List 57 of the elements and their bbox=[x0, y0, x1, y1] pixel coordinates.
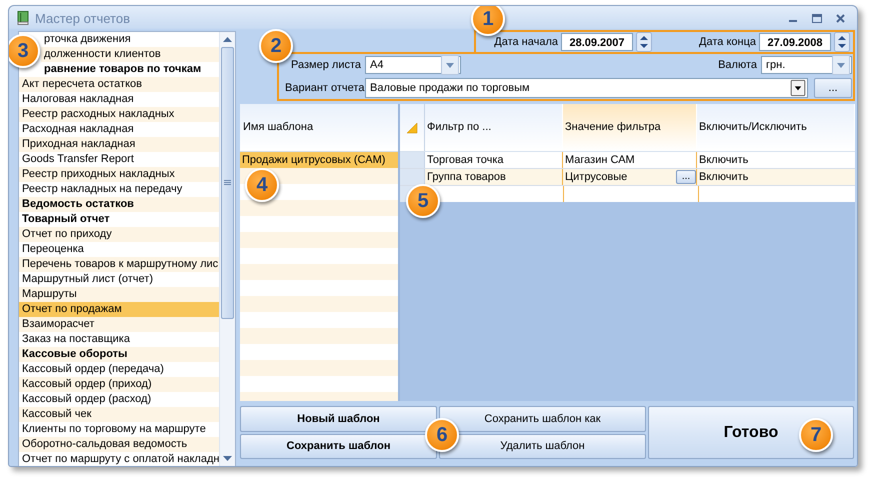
callout-badge: 3 bbox=[9, 34, 40, 68]
book-icon bbox=[17, 11, 29, 25]
maximize-icon[interactable] bbox=[812, 14, 822, 22]
table-cell: Группа товаров bbox=[427, 170, 506, 184]
table-row[interactable]: Группа товаров Цитрусовые ... Включить bbox=[400, 169, 855, 186]
currency-label: Валюта bbox=[718, 59, 757, 72]
report-list-item[interactable]: Перечень товаров к маршрутному лис bbox=[19, 257, 219, 272]
browse-button[interactable]: ... bbox=[676, 170, 696, 184]
browse-button[interactable]: ... bbox=[814, 78, 852, 98]
date-field[interactable]: 27.09.2008 bbox=[759, 33, 831, 51]
date-field[interactable]: 28.09.2007 bbox=[561, 33, 633, 51]
report-list-item[interactable]: Кассовый чек bbox=[19, 407, 219, 422]
callout-badge: 1 bbox=[471, 6, 505, 36]
table-cell: Магазин САМ bbox=[565, 152, 635, 168]
window-title: Мастер отчетов bbox=[35, 10, 130, 26]
scrollbar-thumb[interactable] bbox=[221, 47, 234, 319]
column-header[interactable]: Имя шаблона bbox=[240, 104, 398, 152]
page-size-label: Размер листа bbox=[290, 59, 361, 72]
callout-badge: 2 bbox=[259, 29, 293, 63]
scroll-up-icon[interactable] bbox=[223, 36, 232, 44]
action-button[interactable]: Новый шаблон bbox=[240, 406, 437, 432]
report-list-item[interactable]: Ведомость остатков bbox=[19, 197, 219, 212]
report-list-item[interactable]: Акт пересчета остатков bbox=[19, 77, 219, 92]
page-size-dropdown[interactable]: А4 bbox=[365, 56, 461, 74]
action-button[interactable]: Сохранить шаблон bbox=[240, 434, 437, 459]
scroll-down-icon[interactable] bbox=[223, 454, 232, 462]
spin-icon[interactable] bbox=[636, 32, 652, 52]
report-list-item[interactable]: Кассовые обороты bbox=[19, 347, 219, 362]
column-header[interactable]: Значение фильтра bbox=[563, 104, 697, 151]
report-list-item[interactable]: Маршруты bbox=[19, 287, 219, 302]
report-list-item[interactable]: Взаиморасчет bbox=[19, 317, 219, 332]
scrollbar[interactable] bbox=[219, 32, 235, 466]
table-row[interactable]: Торговая точка Магазин САМ Включить bbox=[400, 152, 855, 169]
report-list-item[interactable]: Отчет по приходу bbox=[19, 227, 219, 242]
grip-icon bbox=[224, 180, 231, 186]
table-cell: Цитрусовые bbox=[565, 170, 628, 184]
report-variant-dropdown[interactable]: Валовые продажи по торговым bbox=[365, 78, 808, 98]
currency-dropdown[interactable]: грн. bbox=[761, 56, 852, 74]
close-icon[interactable] bbox=[836, 14, 845, 22]
report-list-item[interactable]: Оборотно-сальдовая ведомость bbox=[19, 437, 219, 452]
report-list-item[interactable]: долженности клиентов bbox=[41, 47, 219, 62]
report-list-item[interactable]: Отчет по продажам bbox=[19, 302, 219, 317]
table-cell: Включить bbox=[699, 170, 748, 184]
report-list-item[interactable]: Приходная накладная bbox=[19, 137, 219, 152]
column-header[interactable]: Включить/Исключить bbox=[697, 104, 855, 151]
spin-icon[interactable] bbox=[834, 32, 850, 52]
date-label: Дата конца bbox=[698, 36, 756, 48]
table-cell: Включить bbox=[699, 152, 748, 168]
column-header[interactable]: Фильтр по ... bbox=[425, 104, 563, 151]
report-list-item[interactable]: Реестр расходных накладных bbox=[19, 107, 219, 122]
report-list-item[interactable]: Кассовый ордер (приход) bbox=[19, 377, 219, 392]
date-label: Дата начала bbox=[493, 36, 558, 48]
template-item[interactable]: Продажи цитрусовых (САМ) bbox=[240, 152, 398, 168]
table-cell: Торговая точка bbox=[427, 152, 504, 168]
dropdown-icon[interactable] bbox=[790, 80, 806, 96]
report-list-item[interactable]: Реестр приходных накладных bbox=[19, 167, 219, 182]
corner-triangle-icon[interactable] bbox=[406, 122, 418, 134]
